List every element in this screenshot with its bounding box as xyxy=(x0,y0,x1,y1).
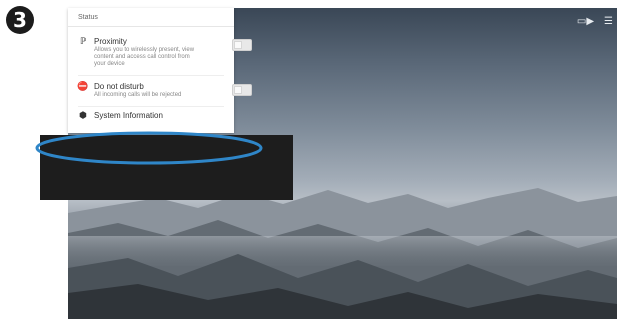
do-not-disturb-description: All incoming calls will be rejected xyxy=(94,92,182,98)
do-not-disturb-icon: ⛔ xyxy=(77,82,89,92)
do-not-disturb-toggle[interactable] xyxy=(232,84,252,96)
do-not-disturb-row[interactable]: ⛔ Do not disturb All incoming calls will… xyxy=(68,82,260,99)
screen-share-icon[interactable]: ▭▶ xyxy=(577,16,594,27)
menu-icon[interactable]: ☰ xyxy=(604,16,613,27)
proximity-row[interactable]: ℙ Proximity Allows you to wirelessly pre… xyxy=(68,37,260,68)
system-information-row[interactable]: ⬢ System Information xyxy=(68,111,260,121)
proximity-description: Allows you to wirelessly present, view c… xyxy=(94,47,195,67)
system-info-icon: ⬢ xyxy=(79,111,87,121)
proximity-icon: ℙ xyxy=(79,37,87,47)
highlight-ellipse xyxy=(35,131,263,165)
divider xyxy=(78,75,224,76)
step-number-badge: 3 xyxy=(6,6,34,34)
status-panel: Status ℙ Proximity Allows you to wireles… xyxy=(68,8,252,133)
proximity-toggle[interactable] xyxy=(232,39,252,51)
system-information-title: System Information xyxy=(94,111,163,120)
divider xyxy=(78,106,224,107)
panel-header: Status xyxy=(68,8,234,27)
